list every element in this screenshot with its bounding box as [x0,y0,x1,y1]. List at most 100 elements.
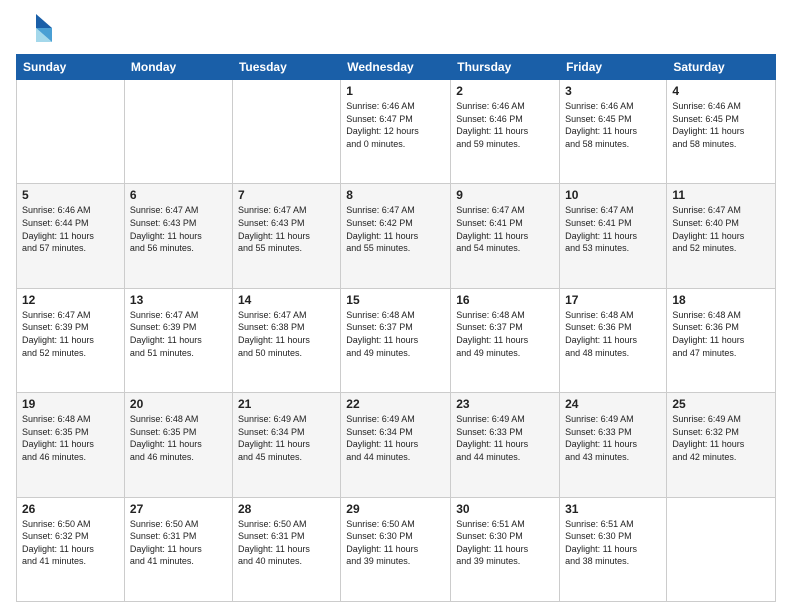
calendar-cell: 27 Sunrise: 6:50 AM Sunset: 6:31 PM Dayli… [124,497,232,601]
week-row-3: 12 Sunrise: 6:47 AM Sunset: 6:39 PM Dayli… [17,288,776,392]
day-number: 28 [238,502,335,516]
day-info: Sunrise: 6:48 AM Sunset: 6:37 PM Dayligh… [456,309,554,359]
day-info: Sunrise: 6:48 AM Sunset: 6:37 PM Dayligh… [346,309,445,359]
day-number: 18 [672,293,770,307]
day-info: Sunrise: 6:47 AM Sunset: 6:39 PM Dayligh… [130,309,227,359]
day-info: Sunrise: 6:46 AM Sunset: 6:44 PM Dayligh… [22,204,119,254]
day-number: 12 [22,293,119,307]
day-number: 25 [672,397,770,411]
calendar-cell: 3 Sunrise: 6:46 AM Sunset: 6:45 PM Daylig… [560,80,667,184]
calendar-cell: 28 Sunrise: 6:50 AM Sunset: 6:31 PM Dayli… [232,497,340,601]
day-number: 13 [130,293,227,307]
day-number: 11 [672,188,770,202]
calendar-cell: 18 Sunrise: 6:48 AM Sunset: 6:36 PM Dayli… [667,288,776,392]
calendar-cell [17,80,125,184]
calendar-cell: 30Sunrise: 6:51 AM Sunset: 6:30 PM Dayli… [451,497,560,601]
day-number: 3 [565,84,661,98]
page: SundayMondayTuesdayWednesdayThursdayFrid… [0,0,792,612]
calendar-cell: 7 Sunrise: 6:47 AM Sunset: 6:43 PM Daylig… [232,184,340,288]
calendar-cell: 24 Sunrise: 6:49 AM Sunset: 6:33 PM Dayli… [560,393,667,497]
day-number: 26 [22,502,119,516]
calendar-cell: 22 Sunrise: 6:49 AM Sunset: 6:34 PM Dayli… [341,393,451,497]
day-number: 29 [346,502,445,516]
calendar-cell: 17Sunrise: 6:48 AM Sunset: 6:36 PM Dayli… [560,288,667,392]
calendar-cell [124,80,232,184]
calendar-cell: 31 Sunrise: 6:51 AM Sunset: 6:30 PM Dayli… [560,497,667,601]
day-number: 9 [456,188,554,202]
day-info: Sunrise: 6:49 AM Sunset: 6:33 PM Dayligh… [456,413,554,463]
calendar-cell [667,497,776,601]
calendar-cell: 4Sunrise: 6:46 AM Sunset: 6:45 PM Daylig… [667,80,776,184]
calendar-cell: 1Sunrise: 6:46 AM Sunset: 6:47 PM Daylig… [341,80,451,184]
week-row-1: 1Sunrise: 6:46 AM Sunset: 6:47 PM Daylig… [17,80,776,184]
calendar-cell: 21Sunrise: 6:49 AM Sunset: 6:34 PM Dayli… [232,393,340,497]
calendar-cell: 8 Sunrise: 6:47 AM Sunset: 6:42 PM Daylig… [341,184,451,288]
calendar-cell: 16 Sunrise: 6:48 AM Sunset: 6:37 PM Dayli… [451,288,560,392]
day-info: Sunrise: 6:47 AM Sunset: 6:39 PM Dayligh… [22,309,119,359]
day-number: 8 [346,188,445,202]
day-info: Sunrise: 6:48 AM Sunset: 6:36 PM Dayligh… [672,309,770,359]
calendar-cell: 9 Sunrise: 6:47 AM Sunset: 6:41 PM Daylig… [451,184,560,288]
day-info: Sunrise: 6:49 AM Sunset: 6:33 PM Dayligh… [565,413,661,463]
header [16,10,776,46]
calendar-cell: 14 Sunrise: 6:47 AM Sunset: 6:38 PM Dayli… [232,288,340,392]
calendar-table: SundayMondayTuesdayWednesdayThursdayFrid… [16,54,776,602]
day-number: 23 [456,397,554,411]
day-number: 16 [456,293,554,307]
calendar-cell: 13 Sunrise: 6:47 AM Sunset: 6:39 PM Dayli… [124,288,232,392]
weekday-header-thursday: Thursday [451,55,560,80]
day-info: Sunrise: 6:47 AM Sunset: 6:38 PM Dayligh… [238,309,335,359]
day-number: 5 [22,188,119,202]
calendar-cell: 10Sunrise: 6:47 AM Sunset: 6:41 PM Dayli… [560,184,667,288]
weekday-header-monday: Monday [124,55,232,80]
day-number: 22 [346,397,445,411]
calendar-cell: 23 Sunrise: 6:49 AM Sunset: 6:33 PM Dayli… [451,393,560,497]
day-info: Sunrise: 6:51 AM Sunset: 6:30 PM Dayligh… [565,518,661,568]
day-info: Sunrise: 6:50 AM Sunset: 6:31 PM Dayligh… [130,518,227,568]
day-info: Sunrise: 6:47 AM Sunset: 6:40 PM Dayligh… [672,204,770,254]
day-info: Sunrise: 6:48 AM Sunset: 6:35 PM Dayligh… [22,413,119,463]
day-info: Sunrise: 6:50 AM Sunset: 6:32 PM Dayligh… [22,518,119,568]
weekday-header-sunday: Sunday [17,55,125,80]
day-number: 14 [238,293,335,307]
day-info: Sunrise: 6:47 AM Sunset: 6:42 PM Dayligh… [346,204,445,254]
calendar-cell: 11 Sunrise: 6:47 AM Sunset: 6:40 PM Dayli… [667,184,776,288]
day-info: Sunrise: 6:48 AM Sunset: 6:35 PM Dayligh… [130,413,227,463]
day-info: Sunrise: 6:47 AM Sunset: 6:43 PM Dayligh… [238,204,335,254]
logo [16,10,56,46]
day-info: Sunrise: 6:49 AM Sunset: 6:32 PM Dayligh… [672,413,770,463]
week-row-4: 19 Sunrise: 6:48 AM Sunset: 6:35 PM Dayli… [17,393,776,497]
calendar-cell: 29Sunrise: 6:50 AM Sunset: 6:30 PM Dayli… [341,497,451,601]
day-number: 19 [22,397,119,411]
weekday-header-row: SundayMondayTuesdayWednesdayThursdayFrid… [17,55,776,80]
day-info: Sunrise: 6:46 AM Sunset: 6:45 PM Dayligh… [565,100,661,150]
calendar-cell: 15Sunrise: 6:48 AM Sunset: 6:37 PM Dayli… [341,288,451,392]
weekday-header-saturday: Saturday [667,55,776,80]
day-number: 2 [456,84,554,98]
day-number: 30 [456,502,554,516]
weekday-header-friday: Friday [560,55,667,80]
weekday-header-tuesday: Tuesday [232,55,340,80]
day-number: 31 [565,502,661,516]
logo-icon [16,10,52,46]
day-info: Sunrise: 6:49 AM Sunset: 6:34 PM Dayligh… [238,413,335,463]
day-number: 4 [672,84,770,98]
day-number: 20 [130,397,227,411]
calendar-cell: 2Sunrise: 6:46 AM Sunset: 6:46 PM Daylig… [451,80,560,184]
calendar-cell: 26 Sunrise: 6:50 AM Sunset: 6:32 PM Dayli… [17,497,125,601]
day-number: 17 [565,293,661,307]
day-number: 6 [130,188,227,202]
week-row-5: 26 Sunrise: 6:50 AM Sunset: 6:32 PM Dayli… [17,497,776,601]
day-number: 10 [565,188,661,202]
day-number: 27 [130,502,227,516]
day-number: 24 [565,397,661,411]
day-info: Sunrise: 6:49 AM Sunset: 6:34 PM Dayligh… [346,413,445,463]
day-info: Sunrise: 6:47 AM Sunset: 6:43 PM Dayligh… [130,204,227,254]
week-row-2: 5 Sunrise: 6:46 AM Sunset: 6:44 PM Daylig… [17,184,776,288]
day-info: Sunrise: 6:47 AM Sunset: 6:41 PM Dayligh… [456,204,554,254]
calendar-cell: 12 Sunrise: 6:47 AM Sunset: 6:39 PM Dayli… [17,288,125,392]
day-info: Sunrise: 6:50 AM Sunset: 6:31 PM Dayligh… [238,518,335,568]
day-number: 1 [346,84,445,98]
day-number: 7 [238,188,335,202]
calendar-cell [232,80,340,184]
